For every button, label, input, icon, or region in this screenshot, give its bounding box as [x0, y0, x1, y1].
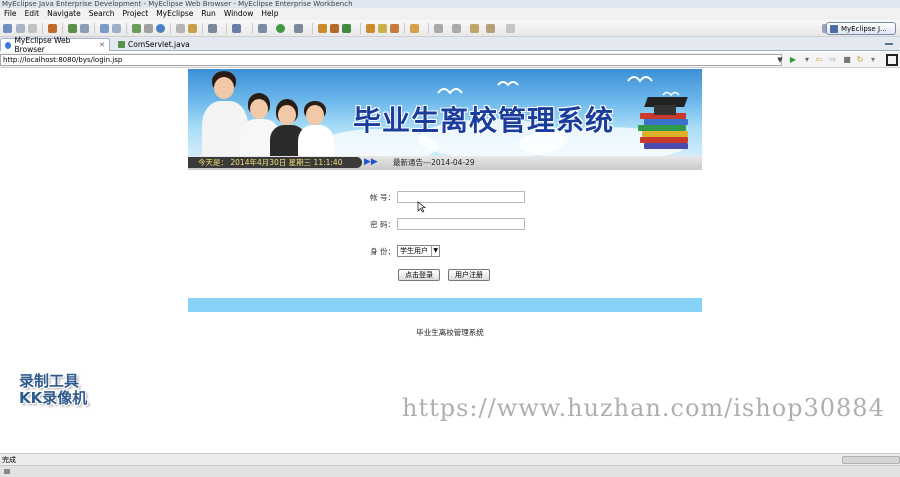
password-label: 密 码： [370, 220, 395, 229]
deploy-icon[interactable] [80, 24, 89, 33]
role-select[interactable]: 学生用户 ▼ [397, 245, 440, 257]
external-tools-icon[interactable] [232, 24, 241, 33]
status-bar: 完成 [0, 453, 900, 465]
chevron-down-icon: ▼ [431, 246, 438, 256]
editor-tabs: MyEclipse Web Browser ✕ ComServlet.java [0, 36, 900, 54]
perspective-button[interactable]: MyEclipse J... [826, 22, 896, 35]
student-figure-4 [298, 91, 338, 159]
wizard-icon[interactable] [68, 24, 77, 33]
refresh-icon[interactable]: ↻ [855, 55, 865, 65]
role-label: 身 份： [370, 247, 395, 256]
perspective-label: MyEclipse J... [841, 24, 887, 33]
tab-comservlet[interactable]: ComServlet.java [114, 38, 194, 51]
current-date: 今天是： 2014年4月30日 星期三 11:1:40 [188, 157, 362, 168]
fast-view-icon[interactable] [4, 469, 10, 474]
java-file-icon [118, 41, 125, 48]
menu-run[interactable]: Run [197, 8, 219, 20]
package-icon[interactable] [144, 24, 153, 33]
window-title: MyEclipse Java Enterprise Development - … [2, 0, 353, 8]
browser-content: 毕业生离校管理系统 今天是： 2014年4月30日 星期三 11:1:40 ▶▶… [0, 69, 900, 453]
register-button[interactable]: 用户注册 [448, 269, 490, 281]
forward-icon[interactable] [506, 24, 515, 33]
menu-myeclipse[interactable]: MyEclipse [152, 8, 197, 20]
login-button[interactable]: 点击登录 [398, 269, 440, 281]
footer-text: 毕业生离校管理系统 [416, 328, 484, 337]
menu-edit[interactable]: Edit [21, 8, 44, 20]
password-input[interactable] [397, 218, 525, 230]
save-all-icon[interactable] [28, 24, 37, 33]
url-dropdown-icon[interactable]: ▼ [775, 55, 785, 65]
text-cursor-icon [416, 201, 427, 213]
tab-web-browser[interactable]: MyEclipse Web Browser ✕ [0, 36, 110, 54]
browser-forward-icon[interactable]: ⇨ [828, 55, 838, 65]
server-icon[interactable] [100, 24, 109, 33]
address-bar: ▼ ▶ ▾ ⇦ ⇨ ■ ↻ ▾ [0, 52, 900, 68]
account-label: 帐 号： [370, 193, 395, 202]
banner-title: 毕业生离校管理系统 [353, 104, 615, 137]
recorder-watermark-logo: 录制工具 KK录像机 [19, 373, 99, 407]
prev-annotation-icon[interactable] [452, 24, 461, 33]
myeclipse-icon [830, 24, 838, 33]
run-config-icon[interactable] [294, 24, 303, 33]
date-bar: 今天是： 2014年4月30日 星期三 11:1:40 ▶▶ 最新通告---20… [188, 156, 702, 170]
footer-blue-bar [188, 298, 702, 312]
role-selected: 学生用户 [400, 247, 428, 255]
menu-search[interactable]: Search [85, 8, 119, 20]
task-icon[interactable] [188, 24, 197, 33]
debug-gear-icon[interactable] [258, 24, 267, 33]
view-toggle-icon[interactable] [886, 54, 898, 66]
menu-project[interactable]: Project [119, 8, 153, 20]
progress-indicator [842, 456, 900, 464]
window-title-bar: MyEclipse Java Enterprise Development - … [0, 0, 900, 8]
minimize-icon[interactable] [884, 39, 894, 49]
folder-icon[interactable] [410, 24, 419, 33]
status-text: 完成 [2, 456, 16, 464]
menu-window[interactable]: Window [220, 8, 258, 20]
watermark-line1: 录制工具 [19, 372, 80, 390]
go-icon[interactable]: ▶ [788, 55, 798, 65]
project-icon[interactable] [132, 24, 141, 33]
main-toolbar: MyEclipse J... [0, 20, 900, 37]
next-annotation-icon[interactable] [434, 24, 443, 33]
browser-icon [5, 41, 12, 49]
watermark-line2: KK录像机 [19, 389, 88, 407]
run-icon[interactable] [276, 24, 285, 33]
server-config-icon[interactable] [112, 24, 121, 33]
build-icon[interactable] [378, 24, 387, 33]
tab-comservlet-label: ComServlet.java [128, 40, 190, 49]
menu-bar: File Edit Navigate Search Project MyEcli… [0, 8, 900, 20]
page-menu-icon[interactable]: ▾ [802, 55, 812, 65]
banner: 毕业生离校管理系统 [188, 69, 702, 159]
save-icon[interactable] [16, 24, 25, 33]
open-resource-icon[interactable] [366, 24, 375, 33]
menu-file[interactable]: File [0, 8, 21, 20]
new-class-icon[interactable] [330, 24, 339, 33]
double-arrow-icon: ▶▶ [364, 157, 378, 167]
bottom-trim [0, 465, 900, 477]
open-type-icon[interactable] [48, 24, 57, 33]
new-icon[interactable] [3, 24, 12, 33]
browser-back-icon[interactable]: ⇦ [814, 55, 824, 65]
last-edit-icon[interactable] [470, 24, 479, 33]
menu-navigate[interactable]: Navigate [43, 8, 85, 20]
console-icon[interactable] [208, 24, 217, 33]
new-package-icon[interactable] [318, 24, 327, 33]
url-watermark: https://www.huzhan.com/ishop30884 [402, 394, 885, 422]
globe-icon[interactable] [156, 24, 165, 33]
url-input[interactable] [0, 54, 782, 66]
back-icon[interactable] [486, 24, 495, 33]
new-interface-icon[interactable] [342, 24, 351, 33]
bookmark-icon[interactable] [390, 24, 399, 33]
close-icon[interactable]: ✕ [99, 41, 105, 49]
stop-icon[interactable]: ■ [842, 55, 852, 65]
browser-menu-icon[interactable]: ▾ [868, 55, 878, 65]
latest-notice[interactable]: 最新通告---2014-04-29 [393, 156, 475, 170]
search-icon[interactable] [176, 24, 185, 33]
menu-help[interactable]: Help [257, 8, 282, 20]
